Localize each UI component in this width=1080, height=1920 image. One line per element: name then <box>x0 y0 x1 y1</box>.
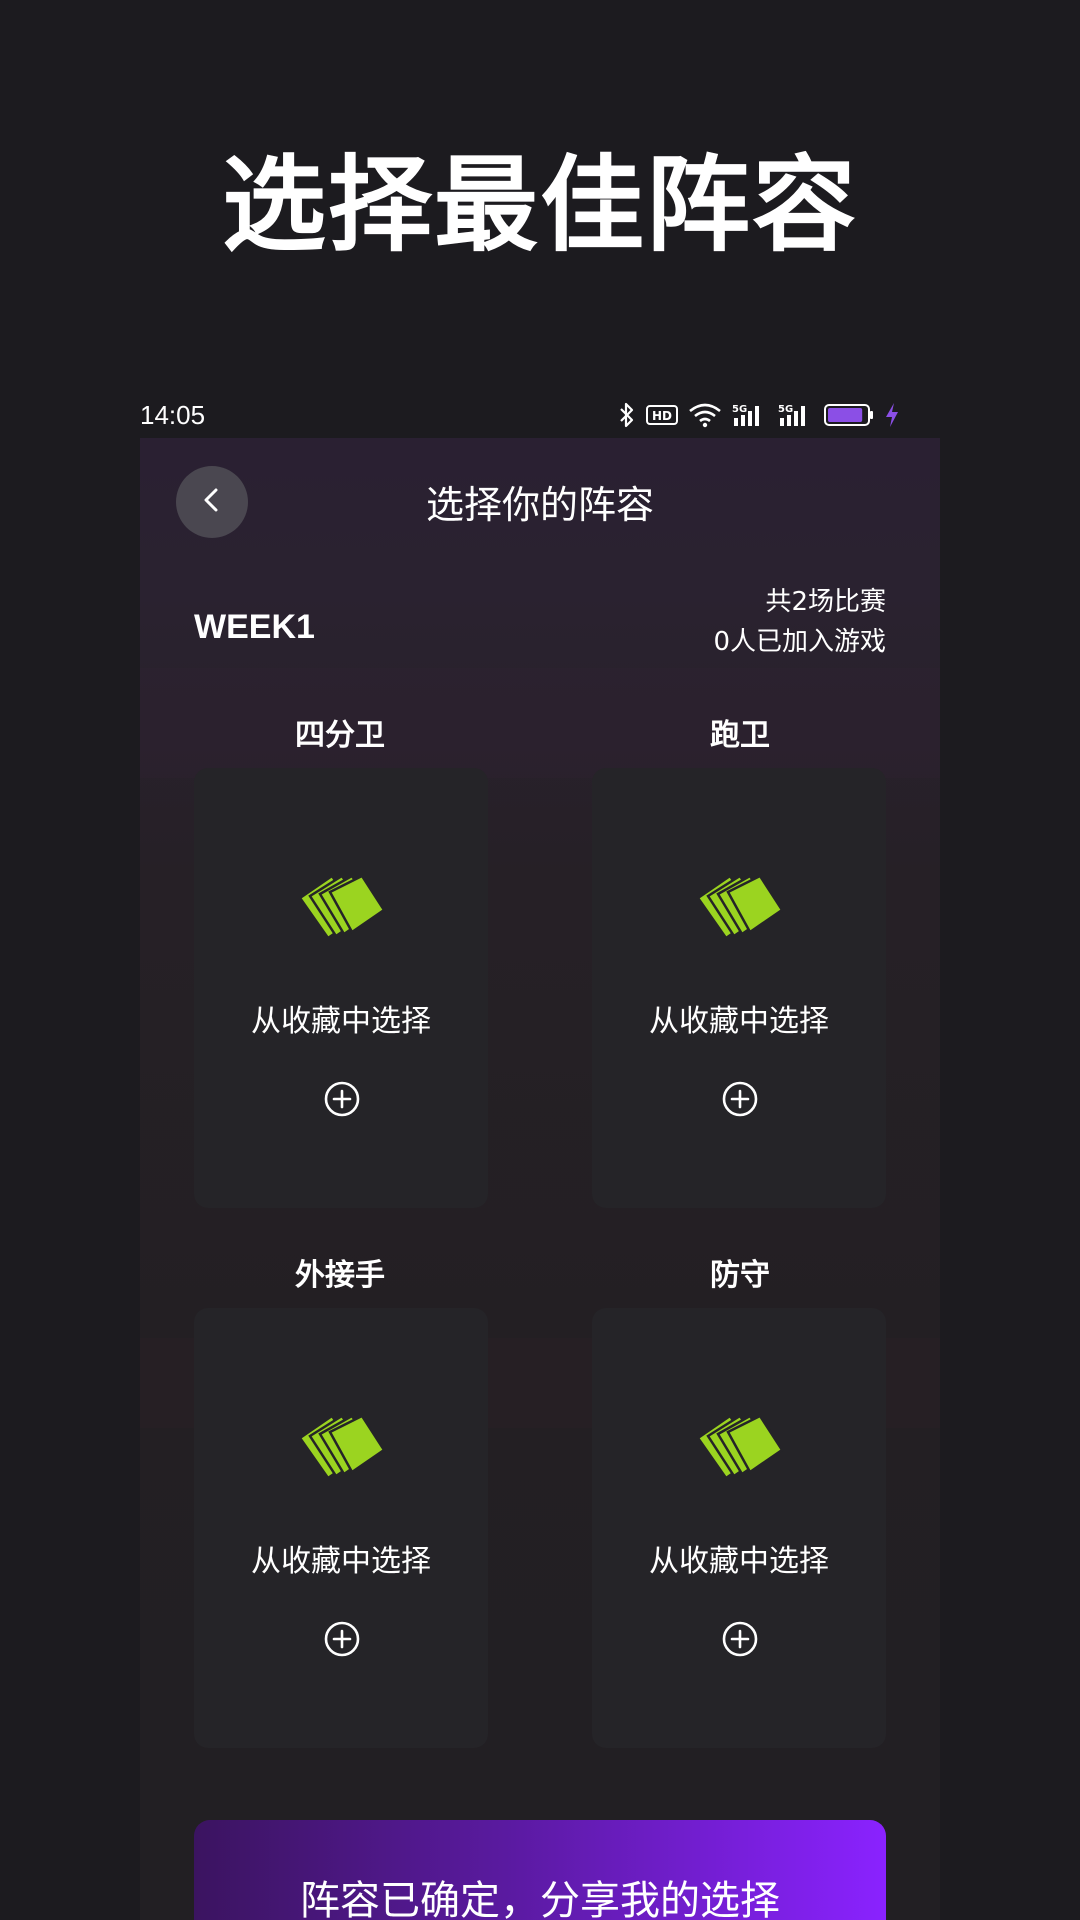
slot-title-quarterback: 四分卫 <box>295 718 385 753</box>
choose-from-favorites: 从收藏中选择 <box>649 1544 829 1579</box>
cards-icon <box>692 868 784 940</box>
player-count: 0人已加入游戏 <box>713 627 886 657</box>
net-label: 5G <box>732 404 747 415</box>
status-icons: HD 5G 5G <box>618 402 900 428</box>
hd-label: HD <box>652 409 672 423</box>
slot-title-running-back: 跑卫 <box>710 718 770 753</box>
confirm-share-button[interactable]: 阵容已确定，分享我的选择 <box>194 1820 886 1920</box>
choose-from-favorites: 从收藏中选择 <box>251 1004 431 1039</box>
slot-card-running-back[interactable]: 从收藏中选择 <box>592 768 886 1208</box>
slot-card-quarterback[interactable]: 从收藏中选择 <box>194 768 488 1208</box>
week-header: WEEK1 共2场比赛 0人已加入游戏 <box>194 578 886 678</box>
add-circle-icon[interactable] <box>721 1080 759 1118</box>
bluetooth-icon <box>618 402 636 428</box>
status-bar: 14:05 HD 5G 5G <box>140 394 900 436</box>
hd-icon: HD <box>646 403 678 427</box>
slot-card-defense[interactable]: 从收藏中选择 <box>592 1308 886 1748</box>
match-count: 共2场比赛 <box>765 587 886 617</box>
status-time: 14:05 <box>140 399 206 430</box>
app-bar: 选择你的阵容 <box>140 438 940 558</box>
add-circle-icon[interactable] <box>323 1620 361 1658</box>
screenshot-page: 选择最佳阵容 14:05 HD 5G 5G 选择你的阵容 WEEK1 共2场比赛… <box>0 0 1080 1920</box>
headline: 选择最佳阵容 <box>221 144 858 266</box>
add-circle-icon[interactable] <box>323 1080 361 1118</box>
battery-icon <box>824 402 874 428</box>
week-label: WEEK1 <box>194 608 315 646</box>
cards-icon <box>294 868 386 940</box>
signal-5g-icon: 5G <box>778 402 814 428</box>
add-circle-icon[interactable] <box>721 1620 759 1658</box>
slot-title-defense: 防守 <box>710 1258 770 1293</box>
page-title: 选择你的阵容 <box>425 483 654 527</box>
app-screen: 选择你的阵容 WEEK1 共2场比赛 0人已加入游戏 四分卫 从收藏中选择 跑卫 <box>140 438 940 1920</box>
signal-5g-icon: 5G <box>732 402 768 428</box>
net-label: 5G <box>778 404 793 415</box>
cards-icon <box>294 1408 386 1480</box>
choose-from-favorites: 从收藏中选择 <box>649 1004 829 1039</box>
charging-icon <box>884 402 900 428</box>
cards-icon <box>692 1408 784 1480</box>
choose-from-favorites: 从收藏中选择 <box>251 1544 431 1579</box>
wifi-icon <box>688 402 722 428</box>
week-info: 共2场比赛 0人已加入游戏 <box>713 582 886 662</box>
slot-card-wide-receiver[interactable]: 从收藏中选择 <box>194 1308 488 1748</box>
slot-title-wide-receiver: 外接手 <box>295 1258 385 1293</box>
